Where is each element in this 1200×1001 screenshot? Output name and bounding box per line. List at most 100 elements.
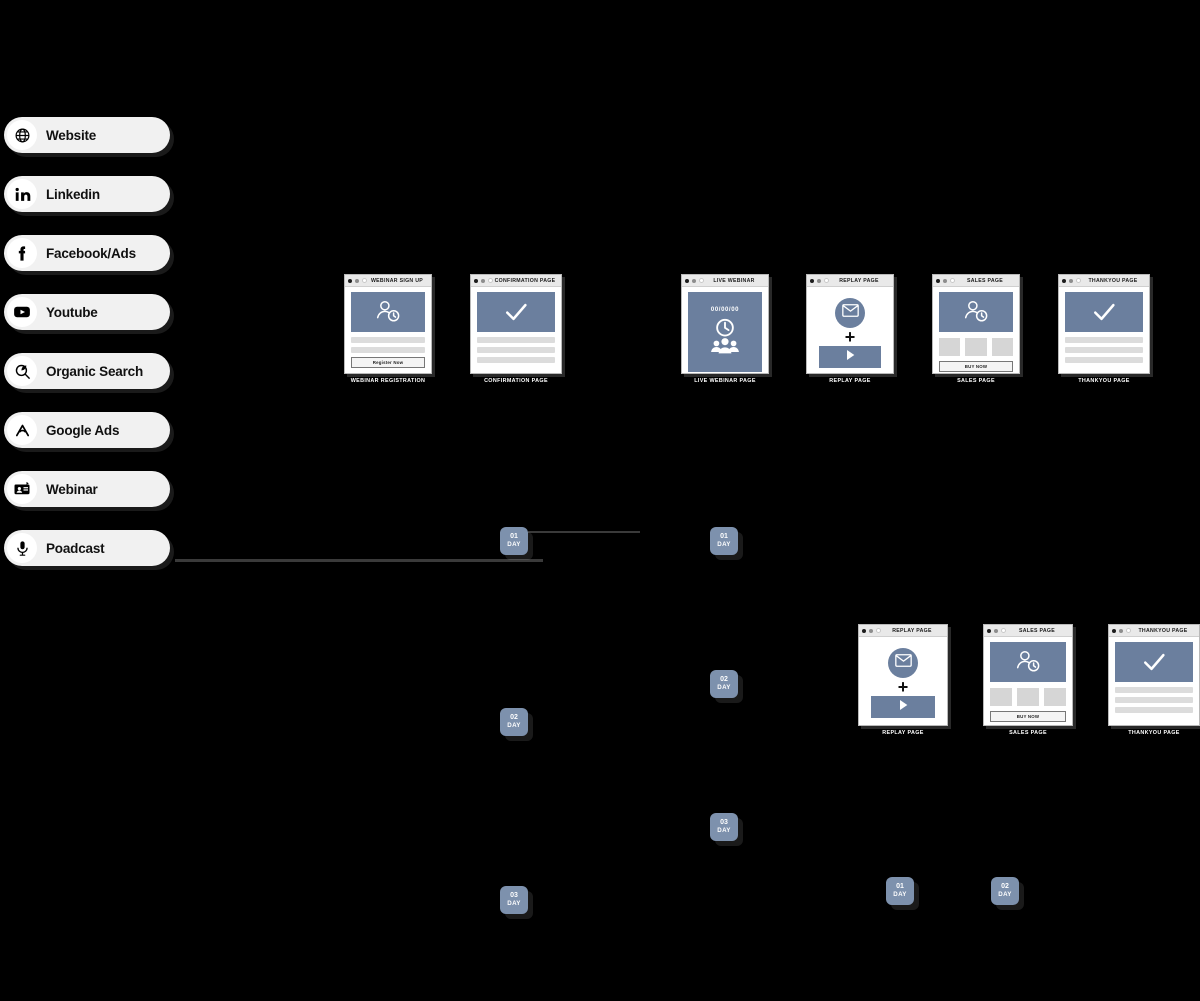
day-delay-badge[interactable]: 02 DAY [710,670,738,698]
text-placeholder-lines [351,337,425,353]
browser-mockup[interactable]: SALES PAGE BUY NOW [983,624,1073,726]
day-delay-badge[interactable]: 01 DAY [886,877,914,905]
flow-canvas: Website Linkedin Facebook/Ads Youtube Organi… [0,0,1200,1001]
day-unit: DAY [507,541,521,548]
organic-search-icon [7,356,37,386]
sidebar-item-linkedin[interactable]: Linkedin [4,176,170,212]
browser-mockup[interactable]: LIVE WEBINAR 00/00/00 [681,274,769,374]
text-line [477,337,555,343]
browser-content: 00/00/00 [682,287,768,373]
browser-mockup[interactable]: REPLAY PAGE + [858,624,948,726]
day-unit: DAY [507,900,521,907]
day-number: 03 [510,892,518,899]
browser-mockup[interactable]: THANKYOU PAGE [1058,274,1150,374]
sidebar-item-webinar[interactable]: Webinar [4,471,170,507]
day-delay-badge[interactable]: 03 DAY [500,886,528,914]
product-thumbnails [939,338,1013,356]
browser-mockup[interactable]: REPLAY PAGE + [806,274,894,374]
sidebar-item-facebook-ads[interactable]: Facebook/Ads [4,235,170,271]
funnel-card-thankyou-page-1[interactable]: THANKYOU PAGE THANKYOU PAGE [1058,274,1150,384]
browser-titlebar: LIVE WEBINAR [682,275,768,287]
thumbnail [939,338,961,356]
browser-title: WEBINAR SIGN UP [370,277,424,284]
video-box [871,696,935,718]
day-number: 02 [1001,883,1009,890]
text-line [1115,707,1193,713]
browser-content [1059,287,1149,369]
sidebar-item-label: Linkedin [46,186,100,202]
text-line [351,337,425,343]
email-circle [888,648,918,678]
play-icon [895,697,911,718]
funnel-card-confirmation-page[interactable]: CONFIRMATION PAGE CONFIRMATION PAGE [470,274,562,384]
card-caption: CONFIRMATION PAGE [484,378,548,384]
browser-titlebar: THANKYOU PAGE [1109,625,1199,637]
buy-now-button[interactable]: BUY NOW [939,361,1013,372]
countdown-timer: 00/00/00 [710,306,740,313]
day-delay-badge[interactable]: 02 DAY [500,708,528,736]
youtube-icon [7,297,37,327]
day-unit: DAY [717,827,731,834]
funnel-card-webinar-registration[interactable]: WEBINAR SIGN UP Register Now WEBINAR REGIS… [344,274,432,384]
funnel-card-replay-page-1[interactable]: REPLAY PAGE + REPLAY PAGE [806,274,894,384]
browser-titlebar: CONFIRMATION PAGE [471,275,561,287]
sidebar-item-website[interactable]: Website [4,117,170,153]
browser-mockup[interactable]: SALES PAGE BUY NOW [932,274,1020,374]
thumbnail [991,338,1013,356]
globe-icon [7,120,37,150]
sidebar-item-poadcast[interactable]: Poadcast [4,530,170,566]
browser-content [1109,637,1199,719]
text-line [1065,347,1143,353]
card-caption: WEBINAR REGISTRATION [350,378,426,384]
funnel-card-thankyou-page-2[interactable]: THANKYOU PAGE THANKYOU PAGE [1108,624,1200,736]
funnel-card-sales-page-1[interactable]: SALES PAGE BUY NOW SALES PAGE [932,274,1020,384]
text-line [1115,697,1193,703]
browser-content: + [859,637,947,725]
text-line [1065,357,1143,363]
connector-line [528,531,640,533]
google-ads-icon [7,415,37,445]
browser-mockup[interactable]: CONFIRMATION PAGE [470,274,562,374]
browser-mockup[interactable]: WEBINAR SIGN UP Register Now [344,274,432,374]
hero-panel [351,292,425,332]
card-caption: SALES PAGE [957,378,995,384]
microphone-icon [7,533,37,563]
text-placeholder-lines [1115,687,1193,713]
hero-panel [1115,642,1193,682]
sidebar-item-organic-search[interactable]: Organic Search [4,353,170,389]
browser-titlebar: SALES PAGE [984,625,1072,637]
check-icon [1089,297,1119,327]
browser-title: CONFIRMATION PAGE [494,277,556,284]
sidebar-item-youtube[interactable]: Youtube [4,294,170,330]
product-thumbnails [990,688,1066,706]
browser-titlebar: THANKYOU PAGE [1059,275,1149,287]
sidebar-item-label: Organic Search [46,363,143,379]
video-box [819,346,881,368]
text-line [1115,687,1193,693]
buy-now-button[interactable]: BUY NOW [990,711,1066,722]
user-clock-icon [1013,647,1043,677]
register-now-button[interactable]: Register Now [351,357,425,368]
day-delay-badge[interactable]: 02 DAY [991,877,1019,905]
hero-panel [477,292,555,332]
hero-panel [990,642,1066,682]
hero-panel [1065,292,1143,332]
clock-audience-icon [705,316,745,358]
browser-titlebar: REPLAY PAGE [807,275,893,287]
funnel-card-sales-page-2[interactable]: SALES PAGE BUY NOW SALES PAGE [983,624,1073,736]
day-delay-badge[interactable]: 01 DAY [500,527,528,555]
sidebar-item-google-ads[interactable]: Google Ads [4,412,170,448]
day-number: 01 [720,533,728,540]
replay-content: + [813,292,887,372]
day-delay-badge[interactable]: 03 DAY [710,813,738,841]
day-delay-badge[interactable]: 01 DAY [710,527,738,555]
hero-panel: 00/00/00 [688,292,762,372]
funnel-card-live-webinar-page[interactable]: LIVE WEBINAR 00/00/00 LIVE WEBINAR PAGE [681,274,769,384]
day-number: 01 [510,533,518,540]
plus-icon: + [897,677,909,697]
funnel-card-replay-page-2[interactable]: REPLAY PAGE + REPLAY PAGE [858,624,948,736]
day-number: 02 [720,676,728,683]
browser-mockup[interactable]: THANKYOU PAGE [1108,624,1200,726]
card-caption: SALES PAGE [1009,730,1047,736]
sidebar-item-label: Youtube [46,304,98,320]
